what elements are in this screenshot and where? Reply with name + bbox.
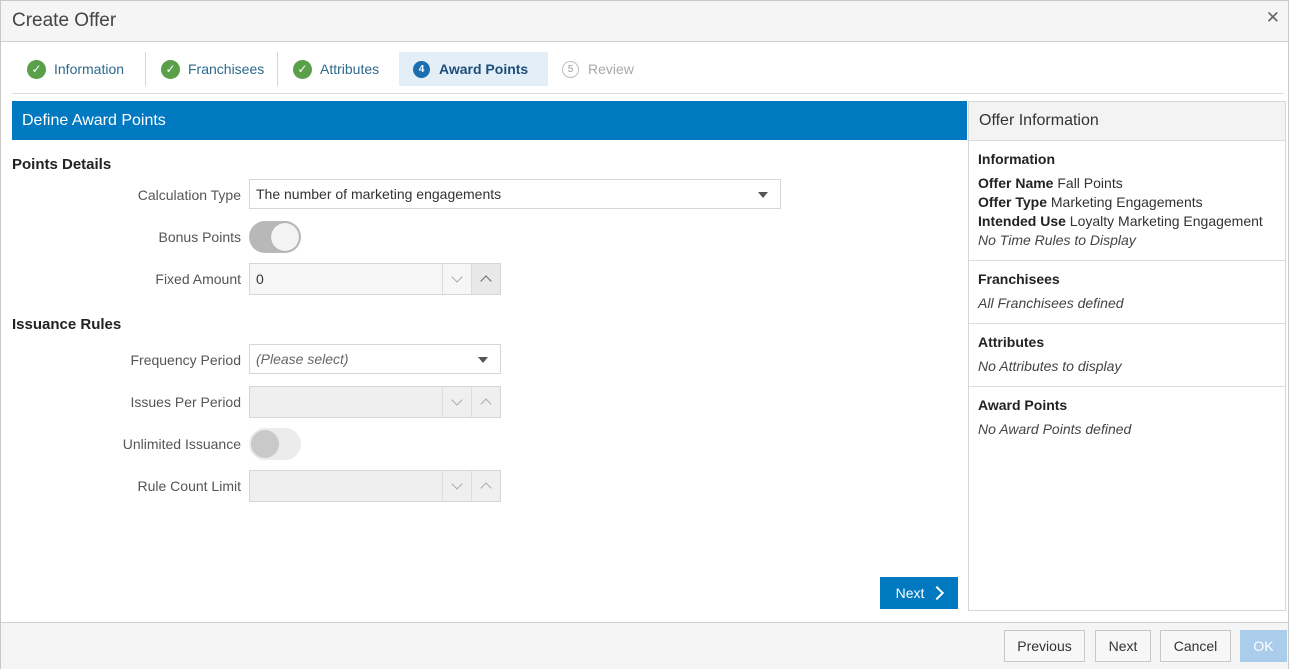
step-number-badge: 4 bbox=[413, 60, 430, 78]
calculation-type-select[interactable]: The number of marketing engagements bbox=[249, 179, 781, 209]
increment-button[interactable] bbox=[471, 264, 500, 294]
attributes-text: No Attributes to display bbox=[978, 358, 1122, 374]
frequency-period-placeholder: (Please select) bbox=[256, 351, 349, 367]
unlimited-issuance-label: Unlimited Issuance bbox=[122, 436, 241, 452]
step-divider bbox=[277, 52, 278, 86]
points-details-heading: Points Details bbox=[12, 156, 112, 173]
panel-header: Define Award Points bbox=[12, 101, 967, 140]
close-icon[interactable]: ✕ bbox=[1266, 8, 1280, 28]
calculation-type-value: The number of marketing engagements bbox=[256, 186, 502, 202]
next-step-label: Next bbox=[895, 585, 925, 601]
step-franchisees[interactable]: ✓ Franchisees bbox=[151, 52, 274, 86]
information-section: Information Offer Name Fall Points Offer… bbox=[969, 141, 1285, 261]
offer-information-header: Offer Information bbox=[969, 102, 1285, 141]
fixed-amount-value: 0 bbox=[256, 271, 264, 287]
chevron-down-icon bbox=[478, 357, 488, 363]
next-button[interactable]: Next bbox=[1095, 630, 1151, 662]
franchisees-heading: Franchisees bbox=[978, 271, 1060, 287]
time-rules-text: No Time Rules to Display bbox=[978, 232, 1136, 248]
decrement-button bbox=[442, 471, 471, 501]
step-label: Information bbox=[54, 61, 125, 77]
rule-count-limit-stepper bbox=[249, 470, 501, 502]
chevron-up-icon bbox=[480, 482, 492, 494]
rule-count-limit-label: Rule Count Limit bbox=[137, 478, 242, 494]
fixed-amount-stepper[interactable]: 0 bbox=[249, 263, 501, 295]
attributes-heading: Attributes bbox=[978, 334, 1045, 350]
chevron-up-icon bbox=[480, 275, 492, 287]
bonus-points-label: Bonus Points bbox=[158, 229, 242, 245]
increment-button bbox=[471, 471, 500, 501]
intended-use-value: Loyalty Marketing Engagement bbox=[1069, 213, 1263, 229]
intended-use-label: Intended Use bbox=[978, 213, 1066, 229]
create-offer-dialog: Create Offer ✕ ✓ Information ✓ Franchise… bbox=[0, 0, 1289, 669]
chevron-down-icon bbox=[451, 271, 463, 283]
chevron-up-icon bbox=[480, 398, 492, 410]
calculation-type-label: Calculation Type bbox=[137, 187, 241, 203]
issues-per-period-stepper bbox=[249, 386, 501, 418]
step-attributes[interactable]: ✓ Attributes bbox=[283, 52, 389, 86]
next-step-button[interactable]: Next bbox=[880, 577, 958, 609]
offer-information-panel: Offer Information Information Offer Name… bbox=[968, 101, 1286, 611]
information-heading: Information bbox=[978, 151, 1055, 167]
toggle-knob bbox=[251, 430, 279, 458]
franchisees-section: Franchisees All Franchisees defined bbox=[969, 261, 1285, 324]
step-award-points[interactable]: 4 Award Points bbox=[399, 52, 548, 86]
previous-button[interactable]: Previous bbox=[1004, 630, 1085, 662]
award-points-section: Award Points No Award Points defined bbox=[969, 387, 1285, 449]
offer-type-value: Marketing Engagements bbox=[1050, 194, 1203, 210]
define-award-points-panel: Define Award Points Points Details Calcu… bbox=[12, 101, 967, 611]
offer-name-label: Offer Name bbox=[978, 175, 1054, 191]
offer-name-row: Offer Name Fall Points bbox=[978, 175, 1276, 191]
decrement-button[interactable] bbox=[442, 264, 471, 294]
issuance-rules-heading: Issuance Rules bbox=[12, 316, 122, 333]
offer-name-value: Fall Points bbox=[1057, 175, 1123, 191]
step-review: 5 Review bbox=[562, 52, 634, 86]
dialog-title: Create Offer bbox=[12, 10, 117, 31]
chevron-right-icon bbox=[930, 585, 945, 601]
step-label: Review bbox=[588, 61, 634, 77]
check-icon: ✓ bbox=[293, 59, 312, 79]
franchisees-text: All Franchisees defined bbox=[978, 295, 1124, 311]
toggle-knob bbox=[271, 223, 299, 251]
step-label: Franchisees bbox=[188, 61, 265, 77]
chevron-down-icon bbox=[451, 478, 463, 490]
check-icon: ✓ bbox=[161, 59, 180, 79]
check-icon: ✓ bbox=[27, 59, 46, 79]
increment-button bbox=[471, 387, 500, 417]
cancel-button[interactable]: Cancel bbox=[1160, 630, 1231, 662]
dialog-footer: Previous Next Cancel OK bbox=[1, 622, 1288, 669]
step-divider bbox=[145, 52, 146, 86]
dialog-titlebar: Create Offer ✕ bbox=[1, 1, 1288, 42]
step-number-badge: 5 bbox=[562, 60, 579, 78]
step-train: ✓ Information ✓ Franchisees ✓ Attributes… bbox=[1, 42, 1288, 94]
chevron-down-icon bbox=[451, 394, 463, 406]
award-points-text: No Award Points defined bbox=[978, 421, 1132, 437]
unlimited-issuance-toggle[interactable] bbox=[249, 428, 301, 460]
chevron-down-icon bbox=[758, 192, 768, 198]
decrement-button bbox=[442, 387, 471, 417]
intended-use-row: Intended Use Loyalty Marketing Engagemen… bbox=[978, 213, 1276, 229]
ok-button: OK bbox=[1240, 630, 1287, 662]
issues-per-period-label: Issues Per Period bbox=[130, 394, 242, 410]
fixed-amount-label: Fixed Amount bbox=[155, 271, 241, 287]
step-information[interactable]: ✓ Information bbox=[17, 52, 134, 86]
bonus-points-toggle[interactable] bbox=[249, 221, 301, 253]
step-label: Attributes bbox=[320, 61, 380, 77]
frequency-period-select[interactable]: (Please select) bbox=[249, 344, 501, 374]
offer-type-row: Offer Type Marketing Engagements bbox=[978, 194, 1276, 210]
step-label: Award Points bbox=[439, 61, 529, 77]
offer-type-label: Offer Type bbox=[978, 194, 1047, 210]
frequency-period-label: Frequency Period bbox=[130, 352, 241, 368]
train-divider bbox=[12, 93, 1284, 94]
attributes-section: Attributes No Attributes to display bbox=[969, 324, 1285, 387]
award-points-heading: Award Points bbox=[978, 397, 1068, 413]
